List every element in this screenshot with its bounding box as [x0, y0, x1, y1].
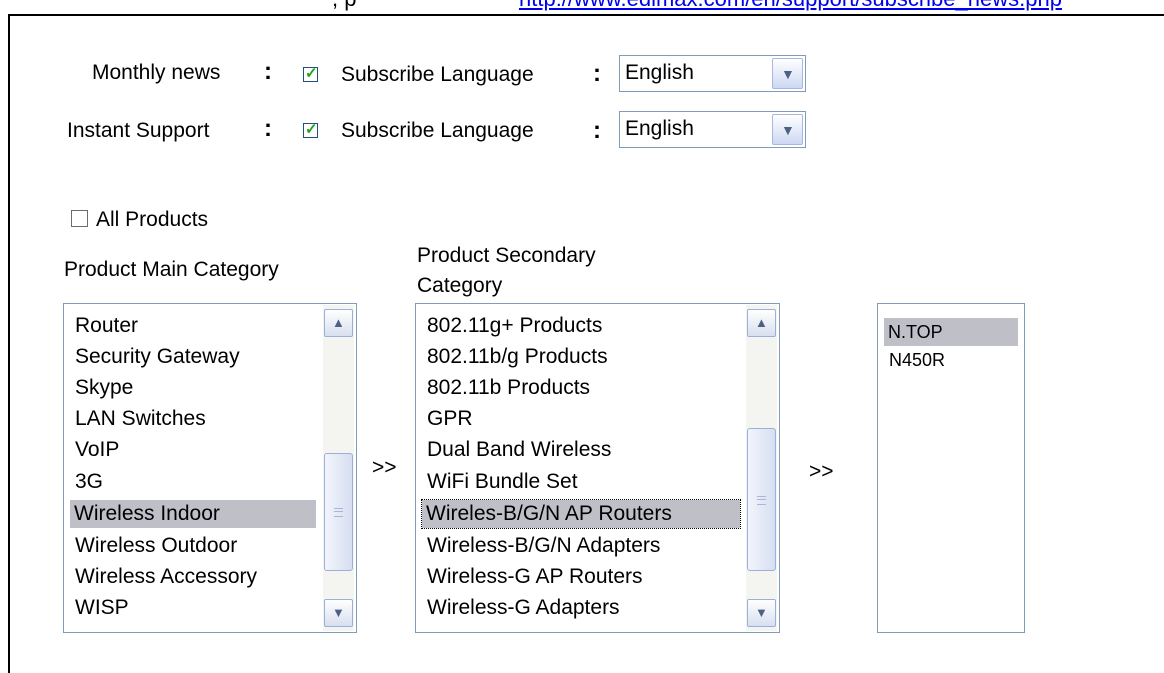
chevron-down-icon: ▼ — [781, 66, 795, 82]
list-item[interactable]: Wireless-G Adapters — [423, 594, 624, 622]
list-item[interactable]: Wireless-G AP Routers — [423, 563, 647, 591]
models-listbox[interactable]: N.TOP N450R — [877, 303, 1025, 633]
scroll-up-button[interactable]: ▲ — [324, 309, 353, 337]
cut-link[interactable]: http://www.edimax.com/en/support/subscri… — [519, 0, 1062, 12]
chevron-down-icon: ▼ — [332, 605, 345, 620]
chevron-up-icon: ▲ — [755, 315, 768, 330]
chevron-down-icon: ▼ — [755, 605, 768, 620]
vertical-scrollbar[interactable]: ▲ ▼ — [323, 305, 354, 631]
scroll-thumb[interactable] — [747, 428, 776, 571]
list-item[interactable]: 802.11b/g Products — [423, 343, 612, 371]
list-item[interactable]: LAN Switches — [71, 405, 210, 433]
list-item[interactable]: 802.11b Products — [423, 374, 594, 402]
instant-support-language-select[interactable]: English ▼ — [619, 111, 806, 148]
cut-text: , p — [332, 0, 356, 12]
move-arrow: >> — [372, 456, 397, 479]
main-category-listbox[interactable]: Router Security Gateway Skype LAN Switch… — [63, 303, 357, 633]
monthly-news-label: Monthly news — [92, 61, 221, 84]
list-item[interactable]: WiFi Bundle Set — [423, 468, 582, 496]
scroll-thumb[interactable] — [324, 453, 353, 571]
colon: : — [593, 60, 601, 87]
monthly-news-checkbox[interactable]: ✓ — [303, 65, 318, 82]
colon: : — [264, 115, 272, 142]
main-category-heading: Product Main Category — [64, 258, 279, 281]
colon: : — [264, 58, 272, 85]
list-item[interactable]: Skype — [71, 374, 137, 402]
list-item[interactable]: N450R — [885, 346, 949, 374]
scroll-down-button[interactable]: ▼ — [324, 599, 353, 627]
checkmark-icon: ✓ — [305, 65, 318, 82]
list-item[interactable]: WISP — [71, 594, 133, 622]
secondary-category-heading: Product Secondary — [417, 244, 596, 267]
checkmark-icon: ✓ — [305, 121, 318, 138]
list-item[interactable]: Router — [71, 312, 142, 340]
list-item[interactable]: Wireless Accessory — [71, 563, 261, 591]
list-item[interactable]: Dual Band Wireless — [423, 436, 615, 464]
list-item[interactable]: GPR — [423, 405, 477, 433]
chevron-down-icon: ▼ — [781, 122, 795, 138]
list-item[interactable]: Wireless Outdoor — [71, 532, 241, 560]
secondary-category-listbox[interactable]: 802.11g+ Products 802.11b/g Products 802… — [415, 303, 780, 633]
colon: : — [593, 117, 601, 144]
list-item[interactable]: Security Gateway — [71, 343, 244, 371]
grip-icon — [334, 508, 343, 517]
top-cut-text: , p http://www.edimax.com/en/support/sub… — [0, 0, 1164, 14]
list-item[interactable]: Wireless-B/G/N Adapters — [423, 532, 664, 560]
subscribe-language-label: Subscribe Language — [341, 63, 534, 86]
grip-icon — [757, 495, 766, 505]
secondary-category-heading-line2: Category — [417, 274, 503, 297]
list-item[interactable]: 3G — [71, 468, 107, 496]
move-arrow: >> — [809, 460, 834, 483]
vertical-scrollbar[interactable]: ▲ ▼ — [746, 305, 777, 631]
dropdown-button[interactable]: ▼ — [772, 114, 803, 145]
monthly-news-language-select[interactable]: English ▼ — [619, 55, 806, 92]
list-item-selected[interactable]: Wireles-B/G/N AP Routers — [421, 499, 741, 529]
list-item-selected[interactable]: Wireless Indoor — [70, 500, 316, 528]
selected-language: English — [625, 61, 694, 84]
scroll-up-button[interactable]: ▲ — [747, 309, 776, 337]
selected-language: English — [625, 117, 694, 140]
all-products-label: All Products — [96, 208, 209, 231]
dropdown-button[interactable]: ▼ — [772, 58, 803, 89]
chevron-up-icon: ▲ — [332, 315, 345, 330]
instant-support-label: Instant Support — [67, 119, 210, 142]
list-item[interactable]: 802.11g+ Products — [423, 312, 606, 340]
subscribe-language-label: Subscribe Language — [341, 119, 534, 142]
list-item[interactable]: VoIP — [71, 436, 123, 464]
list-item-selected[interactable]: N.TOP — [884, 318, 1018, 346]
scroll-down-button[interactable]: ▼ — [747, 599, 776, 627]
all-products-checkbox[interactable] — [71, 210, 88, 227]
instant-support-checkbox[interactable]: ✓ — [303, 121, 318, 138]
